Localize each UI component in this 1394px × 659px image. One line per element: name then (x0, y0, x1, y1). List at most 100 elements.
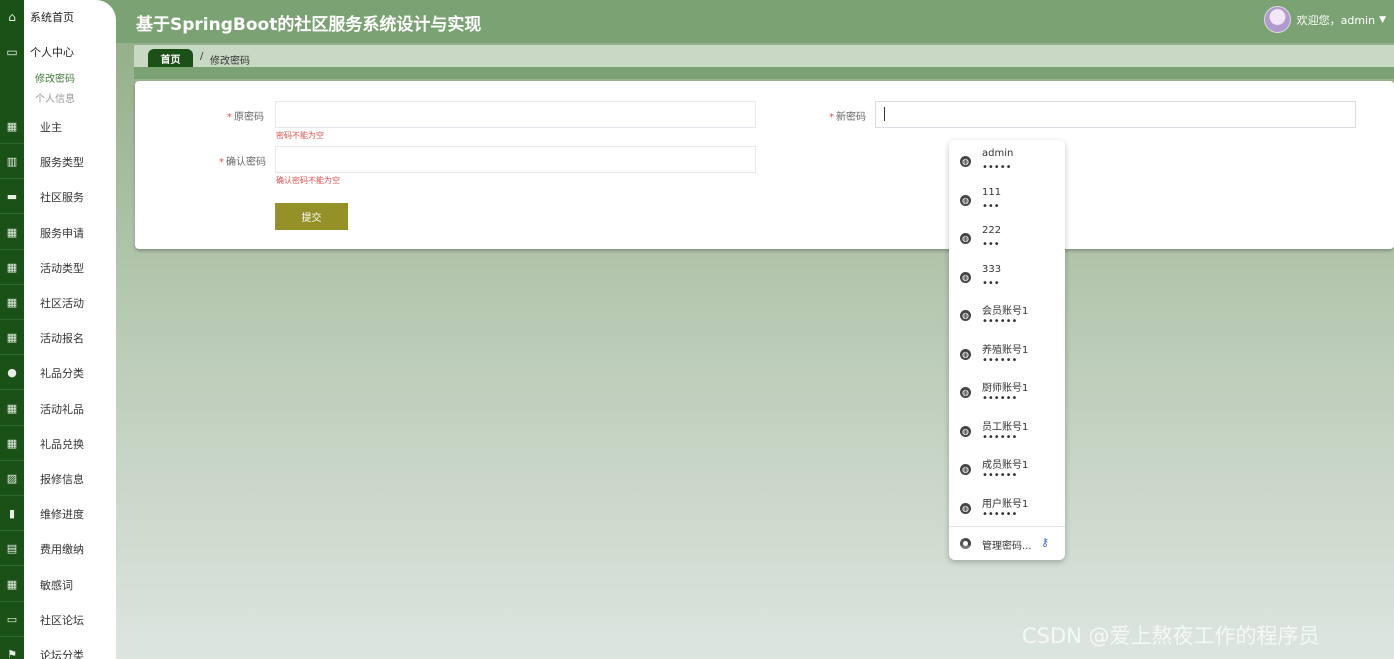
sidebar-item[interactable]: ▦ 活动报名 (0, 321, 116, 356)
suggestion-username: 333 (982, 263, 1002, 275)
globe-icon: ◍ (960, 464, 971, 475)
sidebar-item[interactable]: ▤ 费用缴纳 (0, 532, 116, 567)
suggestion-username: admin (982, 148, 1014, 159)
globe-icon: ◍ (960, 194, 971, 206)
required-mark: * (829, 112, 834, 123)
sidebar-item[interactable]: ▥ 服务类型 (0, 145, 116, 180)
window-icon: ▭ (6, 45, 18, 59)
suggestion-password-mask: •••••• (982, 354, 1018, 366)
sidebar-item-label: 活动礼品 (40, 402, 84, 416)
suggestion-username: 会员账号1 (982, 306, 1029, 317)
confirm-password-label: * 确认密码 (219, 153, 266, 168)
old-password-label-text: 原密码 (234, 112, 264, 123)
sidebar-item-label: 敏感词 (40, 578, 73, 592)
bar-chart-icon: ▮ (0, 497, 24, 532)
globe-icon: ◍ (960, 502, 971, 514)
book-icon: ▥ (0, 145, 24, 180)
sidebar-item[interactable]: ▦ 活动礼品 (0, 392, 116, 426)
welcome-text[interactable]: 欢迎您，admin (1297, 12, 1375, 28)
grid-icon: ▦ (0, 110, 24, 144)
password-suggestion-item[interactable]: ◍ 333 ••• (949, 260, 1065, 298)
old-password-label: * 原密码 (227, 108, 264, 123)
sidebar-item[interactable]: ▦ 业主 (0, 110, 116, 144)
suggestion-password-mask: ••• (982, 239, 1000, 250)
password-autofill-dropdown: ◍ admin ••••• ◍ 111 ••• ◍ 222 ••• ◍ 333 ••• ◍ 会员账号1 ••… (949, 140, 1065, 560)
top-header: 基于SpringBoot的社区服务系统设计与实现 欢迎您，admin ▼ (0, 0, 1394, 43)
password-suggestion-item[interactable]: ◍ 员工账号1 •••••• (949, 414, 1065, 452)
sidebar-item-home[interactable]: ⌂ 系统首页 (0, 3, 116, 31)
password-suggestion-item[interactable]: ◍ 111 ••• (949, 183, 1065, 221)
grid-icon: ▦ (0, 251, 24, 285)
sidebar-item[interactable]: ▭ 社区论坛 (0, 603, 116, 637)
sidebar-item[interactable]: ▦ 社区活动 (0, 286, 116, 320)
sidebar-item-label: 礼品分类 (40, 367, 84, 381)
home-icon: ⌂ (8, 10, 16, 24)
chrome-icon (960, 538, 971, 549)
globe-icon: ◍ (960, 425, 971, 437)
sidebar-item[interactable]: ▨ 报修信息 (0, 462, 116, 496)
new-password-input[interactable] (875, 101, 1356, 128)
suggestion-username: 养殖账号1 (982, 344, 1029, 356)
sidebar-item-label: 服务类型 (40, 156, 84, 170)
sidebar-item[interactable]: ▦ 服务申请 (0, 216, 116, 250)
required-mark: * (227, 112, 232, 123)
avatar[interactable] (1263, 6, 1291, 33)
sidebar-item-label: 礼品兑换 (40, 437, 84, 451)
submit-button[interactable]: 提交 (275, 203, 348, 230)
suggestion-username: 员工账号1 (982, 421, 1029, 433)
sidebar-item-label: 社区活动 (40, 297, 84, 310)
sidebar-item-label: 活动报名 (40, 332, 84, 346)
password-suggestion-item[interactable]: ◍ admin ••••• (949, 144, 1065, 182)
globe-icon: ◍ (960, 271, 971, 283)
suggestion-username: 111 (982, 186, 1002, 198)
sidebar-item[interactable]: ▬ 社区服务 (0, 180, 116, 215)
manage-passwords-item[interactable]: 管理密码... ⚷ (949, 532, 1065, 556)
password-suggestion-item[interactable]: ◍ 222 ••• (949, 221, 1065, 259)
suggestion-password-mask: •••••• (982, 508, 1018, 520)
breadcrumb-separator: / (200, 51, 204, 62)
sidebar: ⌂ 系统首页 ▭ 个人中心 修改密码 个人信息 ▦ 业主 ▥ 服务类型 ▬ 社区服务 ▦ 服务… (0, 0, 116, 659)
chart-line-icon: ▨ (0, 462, 24, 496)
globe-icon: ◍ (960, 233, 971, 244)
password-suggestion-item[interactable]: ◍ 会员账号1 •••••• (949, 298, 1065, 336)
user-menu[interactable]: 欢迎您，admin ▼ (1263, 6, 1386, 33)
password-suggestion-item[interactable]: ◍ 用户账号1 •••••• (949, 491, 1065, 529)
password-suggestion-item[interactable]: ◍ 养殖账号1 •••••• (949, 337, 1065, 375)
breadcrumb-current: 修改密码 (210, 56, 250, 67)
breadcrumb-home[interactable]: 首页 (148, 49, 193, 67)
sidebar-item-label: 服务申请 (40, 226, 84, 240)
sidebar-item-label: 业主 (40, 121, 62, 134)
suggestion-password-mask: •••••• (982, 316, 1018, 327)
sidebar-subitem-change-password[interactable]: 修改密码 (35, 70, 75, 85)
user-icon: ● (0, 356, 24, 391)
new-password-label-text: 新密码 (836, 112, 866, 123)
confirm-password-input[interactable] (275, 146, 756, 173)
password-suggestion-item[interactable]: ◍ 成员账号1 •••••• (949, 452, 1065, 490)
confirm-password-error: 确认密码不能为空 (276, 176, 340, 185)
old-password-input[interactable] (275, 101, 756, 128)
sidebar-item-label: 费用缴纳 (40, 543, 84, 557)
suggestion-username: 222 (982, 225, 1002, 236)
clipboard-icon: ▤ (0, 532, 24, 567)
suggestion-username: 厨师账号1 (982, 383, 1029, 394)
sidebar-item[interactable]: ▦ 活动类型 (0, 251, 116, 285)
sidebar-item-label: 活动类型 (40, 261, 84, 275)
globe-icon: ◍ (960, 310, 971, 321)
sidebar-item[interactable]: ▮ 维修进度 (0, 497, 116, 532)
sidebar-item[interactable]: ▦ 礼品兑换 (0, 427, 116, 461)
suggestion-password-mask: ••••• (982, 162, 1012, 173)
text-cursor (884, 107, 885, 121)
sidebar-item[interactable]: ▦ 敏感词 (0, 568, 116, 602)
suggestion-password-mask: •••••• (982, 431, 1018, 443)
sidebar-item[interactable]: ⚑ 论坛分类 (0, 638, 116, 659)
key-icon: ⚷ (1041, 536, 1050, 549)
sidebar-item-personal-center[interactable]: ▭ 个人中心 (0, 38, 116, 66)
sidebar-item[interactable]: ● 礼品分类 (0, 356, 116, 391)
caret-down-icon[interactable]: ▼ (1379, 15, 1386, 25)
sidebar-subitem-profile[interactable]: 个人信息 (35, 90, 75, 105)
required-mark: * (219, 157, 224, 168)
password-suggestion-item[interactable]: ◍ 厨师账号1 •••••• (949, 375, 1065, 413)
globe-icon: ◍ (960, 156, 971, 167)
sidebar-item-label: 社区服务 (40, 191, 84, 205)
breadcrumb: 首页 / 修改密码 (134, 45, 1394, 79)
